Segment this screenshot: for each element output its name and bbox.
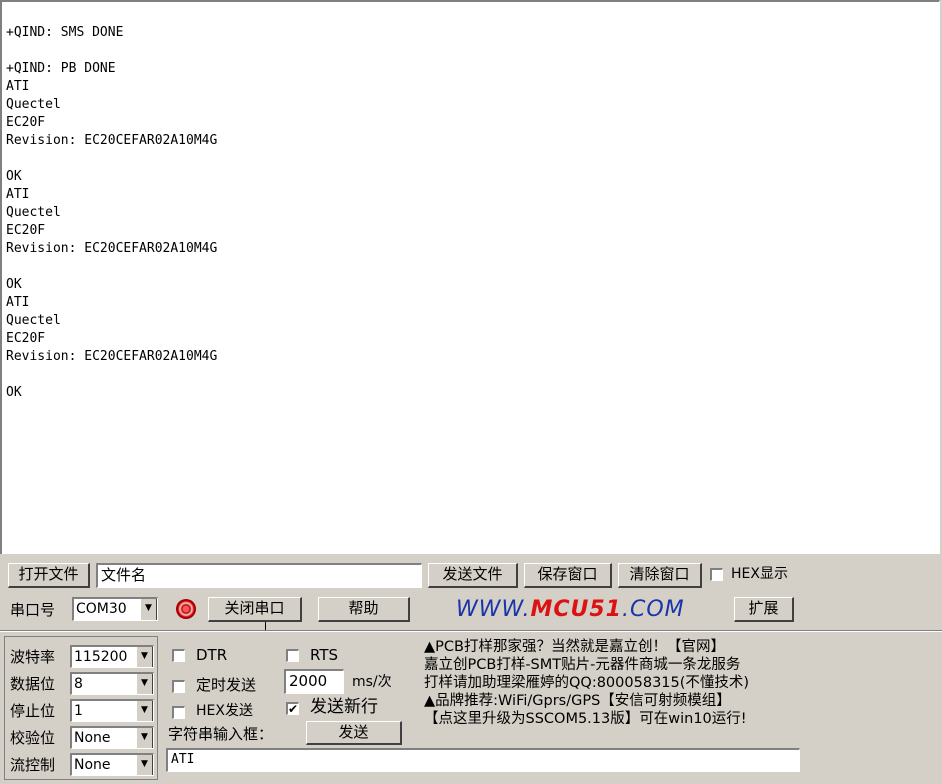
- databits-value: 8: [74, 676, 83, 692]
- terminal-line: ATI: [6, 295, 30, 310]
- rts-label: RTS: [310, 646, 339, 664]
- parity-select[interactable]: None ▼: [70, 726, 154, 749]
- send-newline-checkbox[interactable]: ✔: [286, 702, 299, 715]
- send-text-input[interactable]: ATI: [166, 748, 800, 772]
- terminal-line: EC20F: [6, 331, 46, 346]
- terminal-line: OK: [6, 169, 22, 184]
- checkmark-icon: ✔: [288, 702, 299, 716]
- terminal-line: +QIND: SMS DONE: [6, 25, 124, 40]
- open-file-button[interactable]: 打开文件: [8, 563, 90, 588]
- terminal-line: Revision: EC20CEFAR02A10M4G: [6, 241, 218, 256]
- ad-line[interactable]: 打样请加助理梁雁婷的QQ:800058315(不懂技术): [424, 674, 804, 692]
- terminal-line: Revision: EC20CEFAR02A10M4G: [6, 349, 218, 364]
- send-file-button[interactable]: 发送文件: [428, 563, 518, 588]
- flow-label: 流控制: [10, 756, 56, 774]
- port-select[interactable]: COM30 ▼: [72, 597, 158, 621]
- chevron-down-icon[interactable]: ▼: [136, 701, 153, 721]
- port-label: 串口号: [10, 601, 56, 619]
- chevron-down-icon[interactable]: ▼: [136, 728, 153, 748]
- terminal-line: ATI: [6, 187, 30, 202]
- dtr-checkbox[interactable]: [172, 649, 185, 662]
- send-button[interactable]: 发送: [306, 721, 402, 745]
- databits-label: 数据位: [10, 675, 56, 693]
- close-port-button[interactable]: 关闭串口: [208, 597, 302, 622]
- terminal-line: EC20F: [6, 115, 46, 130]
- help-button[interactable]: 帮助: [318, 597, 410, 622]
- terminal-line: Quectel: [6, 313, 61, 328]
- ad-line[interactable]: ▲品牌推荐:WiFi/Gprs/GPS【安信可射频模组】: [424, 692, 804, 710]
- timed-send-checkbox[interactable]: [172, 680, 185, 693]
- baud-value: 115200: [74, 649, 128, 665]
- flow-value: None: [74, 757, 111, 773]
- ad-line[interactable]: 【点这里升级为SSCOM5.13版】可在win10运行!: [424, 710, 804, 728]
- interval-unit: ms/次: [352, 674, 392, 690]
- ad-line[interactable]: ▲PCB打样那家强？当然就是嘉立创！【官网】: [424, 638, 804, 656]
- terminal-line: Revision: EC20CEFAR02A10M4G: [6, 133, 218, 148]
- hex-send-checkbox[interactable]: [172, 706, 185, 719]
- databits-select[interactable]: 8 ▼: [70, 672, 154, 695]
- chevron-down-icon[interactable]: ▼: [136, 674, 153, 694]
- terminal-line: OK: [6, 277, 22, 292]
- terminal-line: OK: [6, 385, 22, 400]
- hex-display-checkbox[interactable]: [710, 568, 723, 581]
- flow-select[interactable]: None ▼: [70, 753, 154, 776]
- baud-select[interactable]: 115200 ▼: [70, 645, 154, 668]
- website-link[interactable]: WWW.MCU51.COM: [456, 597, 685, 622]
- filename-field[interactable]: 文件名: [96, 563, 422, 588]
- port-status-icon: [176, 599, 196, 619]
- hex-send-label: HEX发送: [196, 703, 253, 719]
- stopbits-value: 1: [74, 703, 83, 719]
- input-box-label: 字符串输入框：: [168, 725, 274, 743]
- parity-label: 校验位: [10, 729, 56, 747]
- stopbits-label: 停止位: [10, 702, 56, 720]
- rts-checkbox[interactable]: [286, 649, 299, 662]
- parity-value: None: [74, 730, 111, 746]
- baud-label: 波特率: [10, 648, 56, 666]
- website-link-suffix: .COM: [622, 597, 685, 622]
- control-panel: 打开文件 文件名 发送文件 保存窗口 清除窗口 HEX显示 串口号 COM30 …: [0, 556, 942, 784]
- expand-button[interactable]: 扩展: [734, 597, 794, 622]
- chevron-down-icon[interactable]: ▼: [140, 599, 157, 620]
- interval-input[interactable]: 2000: [284, 669, 344, 694]
- terminal-line: Quectel: [6, 97, 61, 112]
- terminal-line: +QIND: PB DONE: [6, 61, 116, 76]
- save-window-button[interactable]: 保存窗口: [524, 563, 612, 588]
- website-link-brand: MCU51: [530, 597, 622, 622]
- stopbits-select[interactable]: 1 ▼: [70, 699, 154, 722]
- chevron-down-icon[interactable]: ▼: [136, 755, 153, 775]
- timed-send-label: 定时发送: [196, 676, 257, 694]
- dtr-label: DTR: [196, 646, 228, 664]
- receive-window[interactable]: +QIND: SMS DONE +QIND: PB DONE ATI Quect…: [0, 0, 940, 554]
- hex-display-label: HEX显示: [731, 566, 788, 582]
- clear-window-button[interactable]: 清除窗口: [618, 563, 702, 588]
- terminal-line: ATI: [6, 79, 30, 94]
- ad-line[interactable]: 嘉立创PCB打样-SMT贴片-元器件商城一条龙服务: [424, 656, 804, 674]
- website-link-prefix: WWW.: [456, 597, 531, 622]
- terminal-line: EC20F: [6, 223, 46, 238]
- chevron-down-icon[interactable]: ▼: [136, 647, 153, 667]
- terminal-line: Quectel: [6, 205, 61, 220]
- send-newline-label: 发送新行: [310, 697, 378, 717]
- separator: [0, 631, 942, 632]
- port-value: COM30: [76, 601, 127, 617]
